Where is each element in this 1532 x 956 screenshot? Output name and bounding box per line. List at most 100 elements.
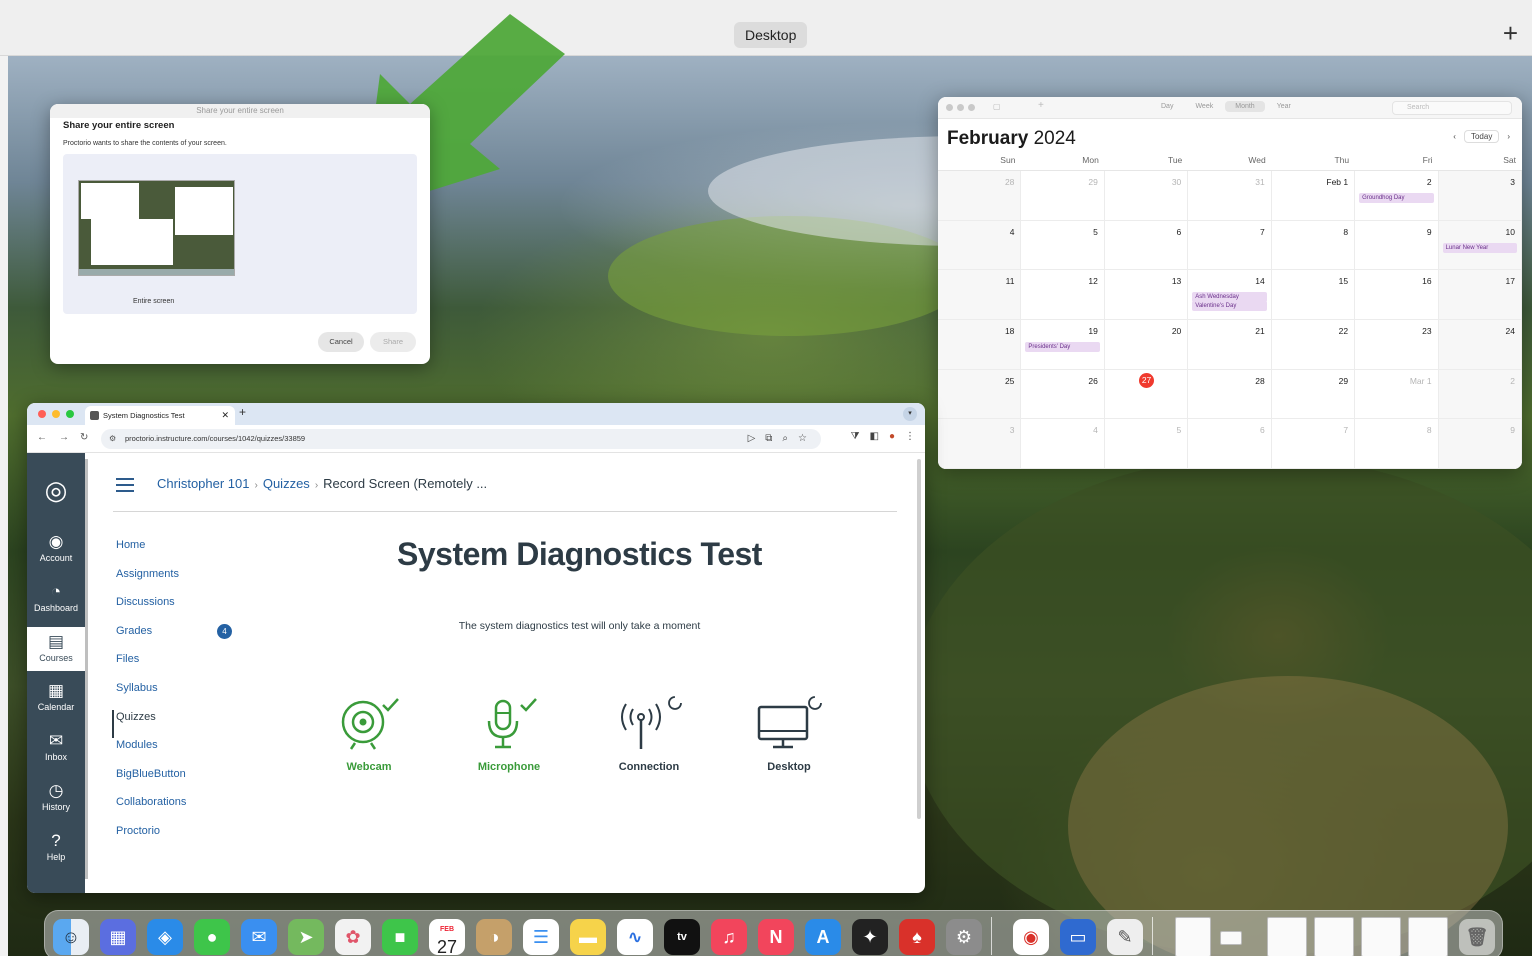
nav-history[interactable]: ◷ History [27, 776, 85, 820]
view-year[interactable]: Year [1267, 101, 1301, 112]
calendar-day-cell[interactable]: 8 [1271, 220, 1356, 271]
calendar-day-cell[interactable]: 7 [1188, 220, 1272, 271]
cast-icon[interactable]: ▷ [748, 429, 756, 449]
recent-document-icon[interactable] [1408, 917, 1448, 956]
more-menu-icon[interactable]: ⋮ [905, 431, 915, 442]
calendar-day-cell[interactable]: 2 Groundhog Day [1355, 171, 1439, 221]
recent-document-icon[interactable] [1267, 917, 1307, 956]
calendar-day-cell[interactable]: 29 [1021, 171, 1105, 221]
calendar-day-cell[interactable]: 7 [1271, 419, 1356, 469]
course-nav-proctorio[interactable]: Proctorio [116, 824, 186, 853]
figma-icon[interactable]: ✦ [852, 919, 888, 955]
calendar-event[interactable]: Lunar New Year [1442, 242, 1517, 253]
course-nav-quizzes[interactable]: Quizzes [112, 709, 186, 739]
extensions-icon[interactable]: ⧩ [851, 431, 860, 442]
calendar-day-cell[interactable]: 29 [1271, 369, 1356, 420]
nav-account[interactable]: ◉ Account [27, 527, 85, 571]
calendar-day-cell[interactable]: 12 [1021, 270, 1105, 320]
course-nav-collaborations[interactable]: Collaborations [116, 795, 186, 824]
back-icon[interactable]: ← [37, 432, 47, 443]
add-event-icon[interactable]: + [1038, 100, 1044, 111]
institution-logo[interactable]: ◎ [27, 475, 85, 505]
nav-calendar[interactable]: ▦ Calendar [27, 676, 85, 720]
side-panel-icon[interactable]: ◧ [870, 431, 879, 442]
desktop-space-label[interactable]: Desktop [734, 22, 808, 48]
hamburger-menu-icon[interactable] [116, 478, 134, 496]
maps-icon[interactable]: ➤ [288, 919, 324, 955]
calendar-day-cell[interactable]: 18 [938, 320, 1022, 370]
calendar-day-cell[interactable]: 2 [1438, 369, 1522, 420]
app-store-icon[interactable]: A [805, 919, 841, 955]
calendar-day-cell[interactable]: 5 [1021, 220, 1105, 271]
nav-dashboard[interactable]: ◔ Dashboard [27, 577, 85, 621]
content-scrollbar[interactable] [917, 459, 921, 819]
recent-document-icon[interactable] [1361, 917, 1401, 956]
zoom-icon[interactable]: ⌕ [782, 429, 788, 449]
calendar-event[interactable]: Valentine's Day [1192, 301, 1267, 312]
course-nav-home[interactable]: Home [116, 538, 186, 567]
close-window-button[interactable] [38, 410, 46, 418]
calendar-day-cell[interactable]: 31 [1188, 171, 1272, 221]
minimize-window-button[interactable] [957, 104, 964, 111]
course-nav-bigbluebutton[interactable]: BigBlueButton [116, 767, 186, 796]
music-icon[interactable]: ♫ [711, 919, 747, 955]
cancel-button[interactable]: Cancel [318, 332, 364, 352]
messages-icon[interactable]: ● [194, 919, 230, 955]
course-nav-modules[interactable]: Modules [116, 738, 186, 767]
site-info-icon[interactable]: ⚙ [109, 429, 116, 449]
calendar-day-cell[interactable]: 3 [938, 419, 1022, 469]
recent-document-icon[interactable] [1220, 931, 1242, 945]
calendar-day-cell[interactable]: 9 [1355, 220, 1439, 271]
calendar-day-cell[interactable]: 28 [1188, 369, 1272, 420]
calendar-day-cell[interactable]: 5 [1104, 419, 1189, 469]
calendar-day-cell[interactable]: 20 [1104, 320, 1189, 370]
calendar-day-cell[interactable]: 19 Presidents' Day [1021, 320, 1105, 370]
system-settings-icon[interactable]: ⚙ [946, 919, 982, 955]
calendar-day-cell[interactable]: 23 [1355, 320, 1439, 370]
zoom-window-button[interactable] [66, 410, 74, 418]
preview-icon[interactable]: ▭ [1060, 919, 1096, 955]
calendar-day-cell[interactable]: Mar 1 [1355, 369, 1439, 420]
address-bar[interactable]: ⚙ proctorio.instructure.com/courses/1042… [101, 429, 821, 449]
calendar-day-cell[interactable]: 8 [1355, 419, 1439, 469]
course-nav-files[interactable]: Files [116, 652, 186, 681]
close-window-button[interactable] [946, 104, 953, 111]
calendar-day-cell[interactable]: 30 [1104, 171, 1189, 221]
reload-icon[interactable]: ↻ [80, 432, 88, 443]
course-nav-syllabus[interactable]: Syllabus [116, 681, 186, 710]
next-month-icon[interactable]: › [1507, 132, 1510, 141]
view-day[interactable]: Day [1151, 101, 1183, 112]
reminders-icon[interactable]: ☰ [523, 919, 559, 955]
calendar-day-cell[interactable]: 15 [1271, 270, 1356, 320]
calendar-day-cell[interactable]: 22 [1271, 320, 1356, 370]
calendar-day-cell[interactable]: 9 [1438, 419, 1522, 469]
textedit-icon[interactable]: ✎ [1107, 919, 1143, 955]
close-tab-icon[interactable]: ✕ [221, 406, 229, 425]
facetime-icon[interactable]: ■ [382, 919, 418, 955]
nav-help[interactable]: ? Help [27, 826, 85, 870]
trash-icon[interactable]: 🗑 [1459, 919, 1495, 955]
zoom-window-button[interactable] [968, 104, 975, 111]
news-icon[interactable]: N [758, 919, 794, 955]
calendar-day-cell[interactable]: 25 [938, 369, 1022, 420]
calendar-day-cell[interactable]: 6 [1188, 419, 1272, 469]
new-tab-icon[interactable]: + [239, 405, 246, 419]
forward-icon[interactable]: → [59, 432, 69, 443]
calendar-day-cell[interactable]: 4 [1021, 419, 1105, 469]
calendar-day-cell[interactable]: 26 [1021, 369, 1105, 420]
entire-screen-thumbnail[interactable] [78, 180, 235, 276]
share-button[interactable]: Share [370, 332, 416, 352]
screen-share-icon[interactable]: ⧉ [765, 429, 772, 449]
safari-icon[interactable]: ◈ [147, 919, 183, 955]
calendar-day-cell[interactable]: 3 [1438, 171, 1522, 221]
breadcrumb-quizzes[interactable]: Quizzes [263, 476, 310, 491]
bookmark-star-icon[interactable]: ☆ [798, 429, 807, 449]
tab-search-icon[interactable]: ▾ [903, 407, 917, 421]
today-button[interactable]: Today [1463, 130, 1500, 143]
chrome-icon[interactable]: ◉ [1013, 919, 1049, 955]
notes-icon[interactable]: ▬ [570, 919, 606, 955]
calendar-app-icon[interactable]: FEB 27 [429, 919, 465, 956]
calendar-day-cell[interactable]: Feb 1 [1271, 171, 1356, 221]
calendar-day-cell[interactable]: 16 [1355, 270, 1439, 320]
recent-document-icon[interactable] [1314, 917, 1354, 956]
